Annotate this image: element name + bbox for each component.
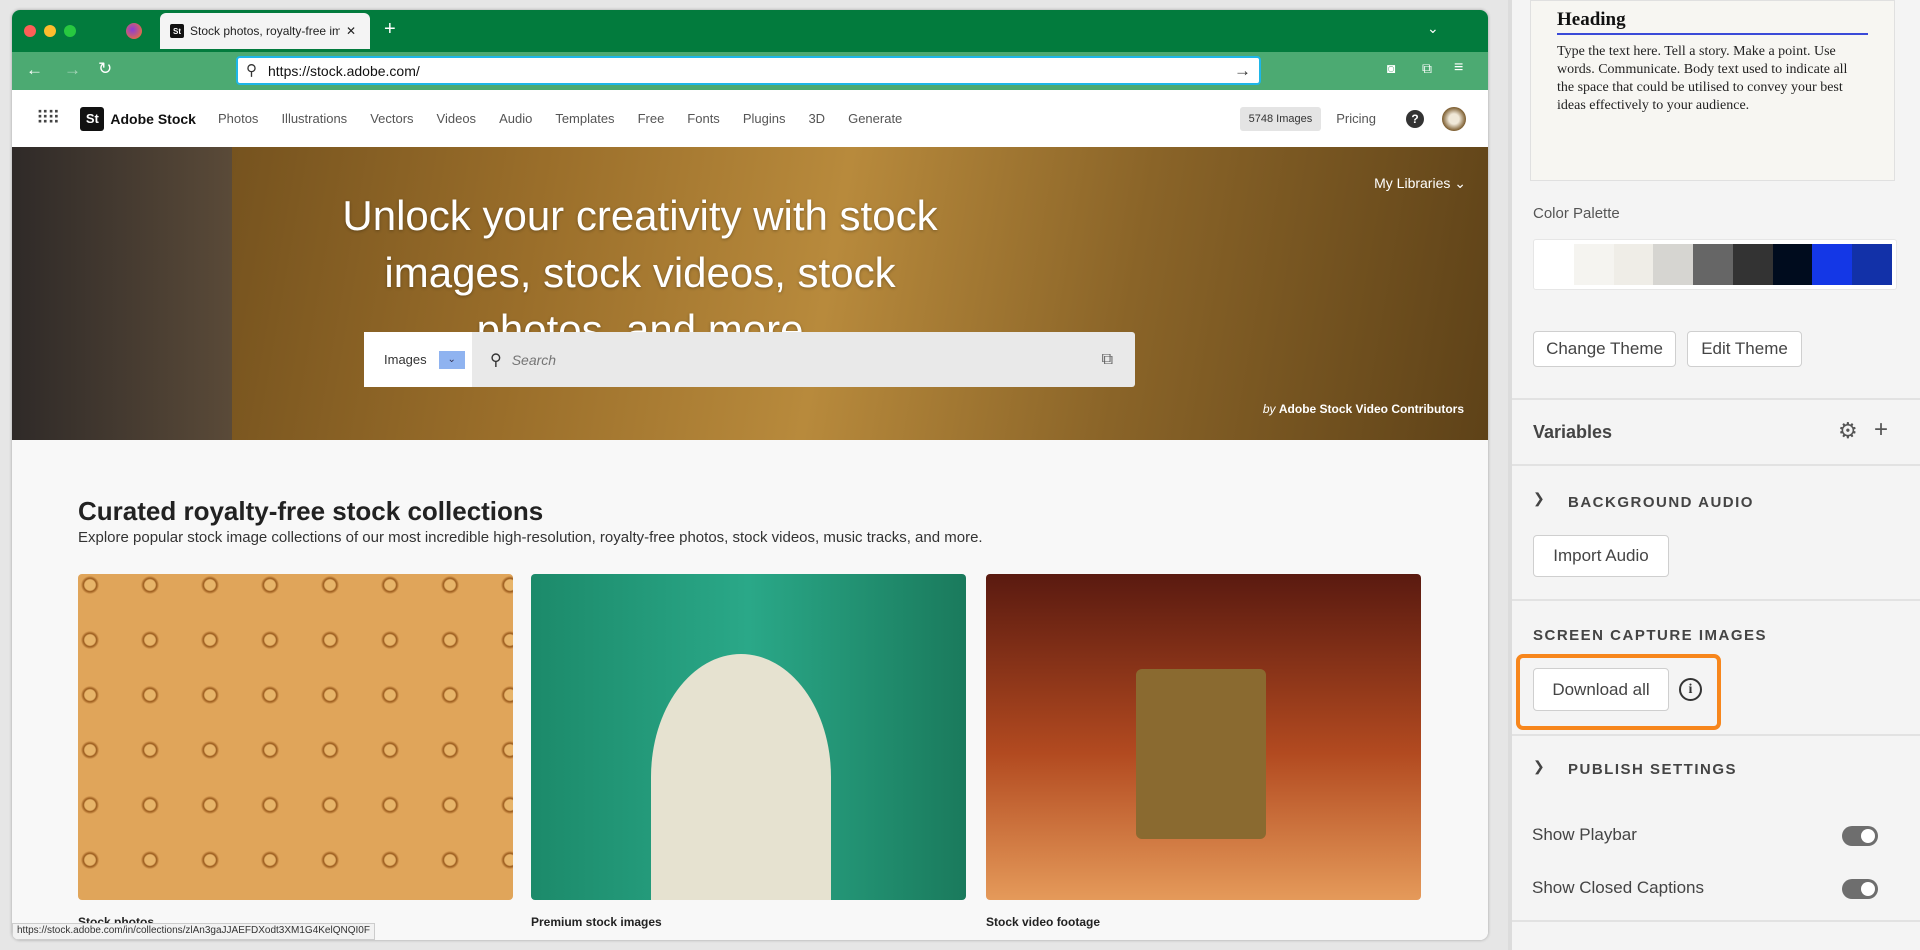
card-person-figure xyxy=(651,654,831,900)
collection-card-video-footage[interactable] xyxy=(986,574,1421,900)
logo-text[interactable]: Adobe Stock xyxy=(110,111,196,127)
color-palette xyxy=(1533,239,1897,290)
hero-search-bar: Images ⌄ ⚲ ⧉ xyxy=(364,332,1135,387)
hero-banner: My Libraries ⌄ Unlock your creativity wi… xyxy=(12,147,1488,440)
collections-title: Curated royalty-free stock collections xyxy=(78,496,544,526)
hero-credit: by Adobe Stock Video Contributors xyxy=(1262,402,1464,416)
site-header: ⠿⠿ St Adobe Stock Photos Illustrations Vec… xyxy=(12,90,1488,147)
screen-capture-header: SCREEN CAPTURE IMAGES xyxy=(1533,627,1768,644)
tab-list-chevron-icon[interactable]: ⌄ xyxy=(1427,20,1439,37)
palette-swatch[interactable] xyxy=(1772,244,1813,285)
search-type-select[interactable]: Images ⌄ xyxy=(364,332,472,387)
url-text: https://stock.adobe.com/ xyxy=(268,62,420,79)
search-icon: ⚲ xyxy=(490,351,502,369)
nav-link-generate[interactable]: Generate xyxy=(848,111,902,126)
chevron-down-icon[interactable]: ⌄ xyxy=(438,350,465,369)
nav-link-photos[interactable]: Photos xyxy=(218,111,258,126)
collection-card-premium-images[interactable] xyxy=(531,574,966,900)
tab-title: Stock photos, royalty-free imag xyxy=(190,24,340,38)
gear-icon[interactable]: ⚙ xyxy=(1838,418,1858,444)
new-tab-button[interactable]: + xyxy=(384,18,396,41)
properties-panel: Heading Type the text here. Tell a story… xyxy=(1508,0,1920,950)
browser-window: St Stock photos, royalty-free imag ✕ + ⌄… xyxy=(12,10,1488,940)
show-playbar-toggle[interactable] xyxy=(1842,826,1878,846)
show-closed-captions-toggle[interactable] xyxy=(1842,879,1878,899)
palette-swatch[interactable] xyxy=(1573,244,1614,285)
adobe-stock-logo[interactable]: St xyxy=(80,106,105,131)
chevron-down-icon[interactable]: ❯ xyxy=(1533,758,1545,775)
divider xyxy=(1512,464,1920,466)
info-icon[interactable]: i xyxy=(1679,678,1702,701)
theme-preview-card: Heading Type the text here. Tell a story… xyxy=(1530,0,1895,181)
preview-heading: Heading xyxy=(1557,9,1868,35)
address-bar[interactable]: ⚲ https://stock.adobe.com/ → xyxy=(236,56,1261,85)
divider xyxy=(1512,398,1920,400)
firefox-icon xyxy=(126,23,142,39)
tab-bar: St Stock photos, royalty-free imag ✕ + ⌄ xyxy=(12,10,1488,52)
variables-label: Variables xyxy=(1533,422,1613,442)
edit-theme-button[interactable]: Edit Theme xyxy=(1687,331,1802,367)
nav-link-vectors[interactable]: Vectors xyxy=(370,111,413,126)
show-playbar-label: Show Playbar xyxy=(1532,825,1637,844)
close-window-button[interactable] xyxy=(24,25,36,37)
palette-swatch[interactable] xyxy=(1653,244,1694,285)
nav-link-templates[interactable]: Templates xyxy=(555,111,614,126)
palette-swatch[interactable] xyxy=(1732,244,1773,285)
divider xyxy=(1512,599,1920,601)
import-audio-button[interactable]: Import Audio xyxy=(1533,535,1669,577)
color-palette-label: Color Palette xyxy=(1533,205,1620,222)
collection-card-stock-photos[interactable] xyxy=(78,574,513,900)
nav-link-fonts[interactable]: Fonts xyxy=(687,111,720,126)
publish-settings-header[interactable]: PUBLISH SETTINGS xyxy=(1568,761,1737,778)
search-icon: ⚲ xyxy=(246,62,257,79)
menu-icon[interactable]: ≡ xyxy=(1454,59,1463,77)
close-tab-icon[interactable]: ✕ xyxy=(346,24,356,38)
collections-subtitle: Explore popular stock image collections … xyxy=(78,529,983,546)
images-count-badge[interactable]: 5748 Images xyxy=(1239,106,1322,131)
divider xyxy=(1512,734,1920,736)
navigation-toolbar: ← → ↻ ⚲ https://stock.adobe.com/ → ◙ ⧉ ≡ xyxy=(12,52,1488,90)
preview-body: Type the text here. Tell a story. Make a… xyxy=(1557,44,1848,113)
visual-search-icon[interactable]: ⧉ xyxy=(1102,351,1113,369)
palette-swatch[interactable] xyxy=(1613,244,1654,285)
background-audio-header[interactable]: BACKGROUND AUDIO xyxy=(1568,494,1754,511)
palette-swatch[interactable] xyxy=(1852,244,1893,285)
extensions-icon[interactable]: ⧉ xyxy=(1422,60,1432,77)
minimize-window-button[interactable] xyxy=(44,25,56,37)
user-avatar[interactable] xyxy=(1442,106,1466,131)
go-arrow-icon[interactable]: → xyxy=(1234,61,1251,81)
maximize-window-button[interactable] xyxy=(64,25,76,37)
collection-caption[interactable]: Stock video footage xyxy=(986,915,1100,929)
nav-link-audio[interactable]: Audio xyxy=(499,111,532,126)
nav-link-videos[interactable]: Videos xyxy=(437,111,477,126)
palette-swatch[interactable] xyxy=(1812,244,1853,285)
chevron-down-icon[interactable]: ❯ xyxy=(1533,490,1545,507)
pricing-link[interactable]: Pricing xyxy=(1336,111,1376,126)
nav-link-free[interactable]: Free xyxy=(638,111,665,126)
forward-button[interactable]: → xyxy=(64,60,81,80)
palette-swatch[interactable] xyxy=(1693,244,1733,285)
pocket-icon[interactable]: ◙ xyxy=(1387,60,1395,76)
adobe-stock-favicon: St xyxy=(170,24,184,38)
nav-link-plugins[interactable]: Plugins xyxy=(743,111,786,126)
reload-button[interactable]: ↻ xyxy=(98,59,112,79)
status-bar-link-preview: https://stock.adobe.com/in/collections/z… xyxy=(12,923,375,940)
divider xyxy=(1512,920,1920,922)
collections-section: Curated royalty-free stock collections E… xyxy=(12,440,1488,940)
show-closed-captions-label: Show Closed Captions xyxy=(1532,878,1704,897)
help-icon[interactable]: ? xyxy=(1406,109,1424,128)
search-type-label: Images xyxy=(384,352,427,367)
nav-link-illustrations[interactable]: Illustrations xyxy=(281,111,347,126)
search-input[interactable] xyxy=(511,351,1072,368)
apps-grid-icon[interactable]: ⠿⠿ xyxy=(36,108,60,129)
plus-icon[interactable]: + xyxy=(1874,416,1888,444)
download-all-button[interactable]: Download all xyxy=(1533,668,1669,711)
back-button[interactable]: ← xyxy=(26,60,43,80)
change-theme-button[interactable]: Change Theme xyxy=(1533,331,1676,367)
collection-caption[interactable]: Premium stock images xyxy=(531,915,662,929)
card-tv-figure xyxy=(1136,669,1266,839)
browser-tab[interactable]: St Stock photos, royalty-free imag ✕ xyxy=(160,13,370,49)
palette-swatch[interactable] xyxy=(1534,244,1574,285)
nav-link-3d[interactable]: 3D xyxy=(808,111,825,126)
